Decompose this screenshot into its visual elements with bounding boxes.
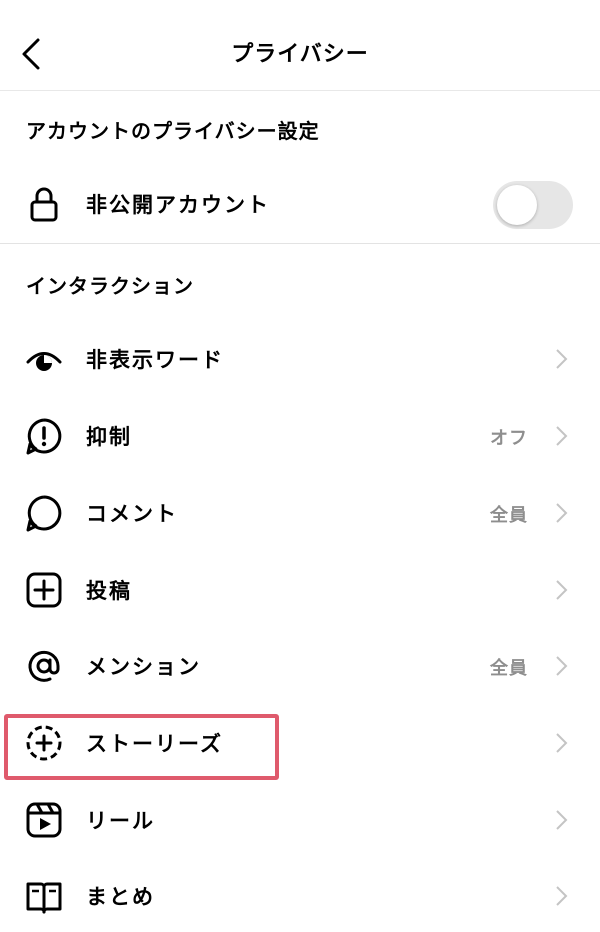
menu-item-value: 全員 <box>490 505 528 526</box>
menu-item-label: 抑制 <box>86 425 132 449</box>
menu-item-label: 投稿 <box>86 579 132 603</box>
menu-item-posts[interactable]: 投稿 <box>0 554 600 626</box>
plus-square-icon <box>26 572 62 608</box>
reels-icon <box>26 802 62 838</box>
menu-item-hidden-words[interactable]: 非表示ワード <box>0 323 600 395</box>
menu-item-label: リール <box>86 809 155 833</box>
section-title-interactions: インタラクション <box>26 274 194 298</box>
comment-bubble-icon <box>26 495 62 532</box>
menu-item-value: オフ <box>490 428 528 449</box>
menu-item-guides[interactable]: まとめ <box>0 860 600 932</box>
section-divider <box>0 243 600 244</box>
private-account-label: 非公開アカウント <box>86 193 270 217</box>
section-title-account-privacy: アカウントのプライバシー設定 <box>26 119 320 143</box>
menu-item-restrict[interactable]: 抑制 オフ <box>0 400 600 472</box>
eye-icon <box>26 352 62 371</box>
menu-item-reels[interactable]: リール <box>0 784 600 856</box>
menu-item-label: 非表示ワード <box>86 348 224 372</box>
chevron-right-icon <box>556 886 568 906</box>
chevron-right-icon <box>556 733 568 753</box>
menu-item-mentions[interactable]: メンション 全員 <box>0 630 600 702</box>
chevron-right-icon <box>556 426 568 446</box>
chevron-right-icon <box>556 656 568 676</box>
guide-book-icon <box>26 882 62 914</box>
chevron-right-icon <box>556 580 568 600</box>
page-title: プライバシー <box>231 42 369 67</box>
chevron-right-icon <box>556 810 568 830</box>
toggle-knob <box>497 185 537 225</box>
chevron-right-icon <box>556 503 568 523</box>
menu-item-comments[interactable]: コメント 全員 <box>0 477 600 549</box>
chevron-right-icon <box>556 349 568 369</box>
menu-item-value: 全員 <box>490 658 528 679</box>
private-account-toggle[interactable] <box>493 181 573 229</box>
header-bar: プライバシー <box>0 0 600 91</box>
menu-item-label: メンション <box>86 655 201 679</box>
menu-item-label: まとめ <box>86 885 155 909</box>
lock-icon <box>30 187 58 222</box>
stories-highlight-box <box>4 714 279 780</box>
at-sign-icon <box>28 650 60 682</box>
menu-item-label: コメント <box>86 502 178 526</box>
restrict-alert-icon <box>26 418 62 455</box>
